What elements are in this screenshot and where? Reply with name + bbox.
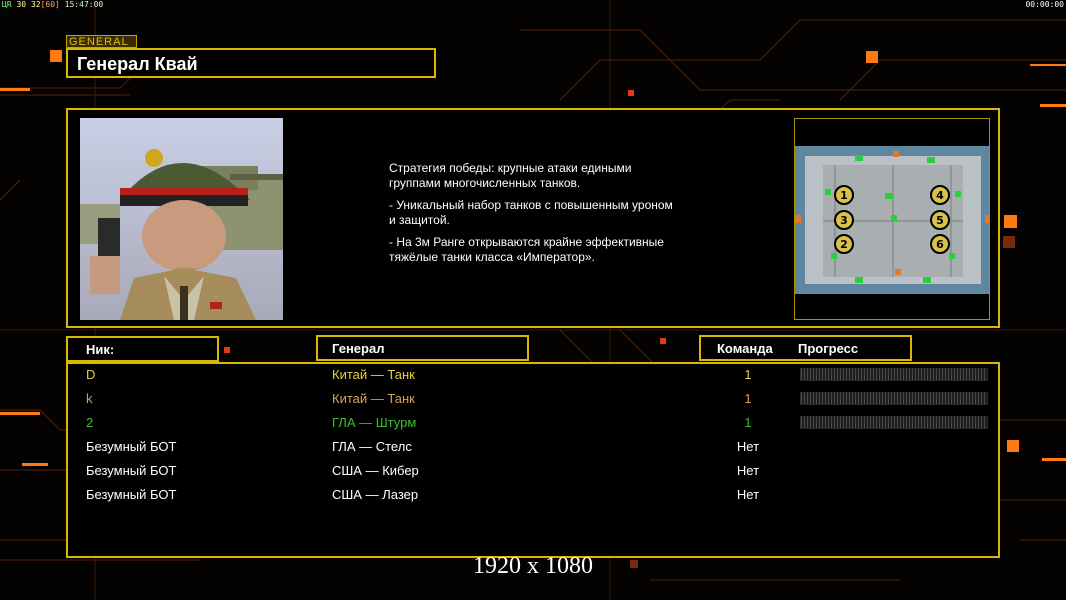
player-progress-bar [800, 416, 988, 429]
player-team: Нет [736, 487, 760, 502]
player-row[interactable]: Безумный БОТ ГЛА — Стелс Нет [68, 436, 998, 458]
player-nick: D [86, 367, 96, 382]
fps-label: ЦR [2, 0, 12, 9]
player-progress-bar [800, 368, 988, 381]
header-progress-label: Прогресс [798, 341, 859, 356]
player-team: Нет [736, 439, 760, 454]
decor-square [866, 51, 878, 63]
header-general-label: Генерал [332, 341, 385, 356]
player-row[interactable]: Безумный БОТ США — Кибер Нет [68, 460, 998, 482]
player-row[interactable]: Безумный БОТ США — Лазер Нет [68, 484, 998, 506]
player-nick: Безумный БОТ [86, 487, 177, 502]
fps-value-a: 30 [16, 0, 27, 9]
map-slot-1: 1 [840, 189, 848, 202]
decor-square [224, 347, 230, 353]
player-nick: Безумный БОТ [86, 463, 177, 478]
header-team-progress: Команда Прогресс [699, 335, 912, 361]
decor-square [50, 50, 62, 62]
fps-limit: [60] [40, 0, 60, 9]
decor-square [1003, 236, 1015, 248]
resolution-label: 1920 x 1080 [473, 553, 593, 579]
decor-square [628, 90, 634, 96]
description-line: - На 3м Ранге открываются крайне эффекти… [389, 235, 664, 264]
header-nick: Ник: [66, 336, 219, 362]
fps-counter: ЦR 30 32[60] 15:47:00 [2, 0, 103, 9]
player-team: 1 [744, 367, 752, 382]
description-line: - Уникальный набор танков с повышенным у… [389, 198, 673, 227]
player-general: Китай — Танк [332, 367, 415, 382]
clock: 15:47:00 [64, 0, 104, 9]
fps-value-b: 32 [30, 0, 41, 9]
general-title-box: Генерал Квай [66, 48, 436, 78]
player-nick: 2 [86, 415, 94, 430]
player-general: США — Кибер [332, 463, 419, 478]
player-team: 1 [744, 391, 752, 406]
game-timer: 00:00:00 [1025, 0, 1064, 9]
general-portrait [80, 118, 283, 320]
map-slot-2: 2 [840, 238, 848, 251]
map-preview[interactable]: 1 3 2 4 5 6 [794, 118, 990, 320]
general-tag: GENERAL [66, 35, 137, 48]
player-team: Нет [736, 463, 760, 478]
player-general: США — Лазер [332, 487, 419, 502]
player-nick: Безумный БОТ [86, 439, 177, 454]
player-nick: k [86, 391, 93, 406]
map-slot-4: 4 [936, 189, 944, 202]
decor-square [1007, 440, 1019, 452]
header-nick-label: Ник: [86, 342, 115, 357]
decor-square [1004, 215, 1017, 228]
general-description: Стратегия победы: крупные атаки едиными … [389, 161, 709, 272]
player-general: ГЛА — Штурм [332, 415, 417, 430]
decor-square [660, 338, 666, 344]
header-general: Генерал [316, 335, 529, 361]
player-general: ГЛА — Стелс [332, 439, 412, 454]
map-slot-3: 3 [840, 214, 848, 227]
player-general: Китай — Танк [332, 391, 415, 406]
map-slot-5: 5 [936, 214, 944, 227]
player-row[interactable]: D Китай — Танк 1 [68, 364, 998, 386]
map-slot-6: 6 [936, 238, 944, 251]
player-row[interactable]: 2 ГЛА — Штурм 1 [68, 412, 998, 434]
general-name: Генерал Квай [77, 54, 198, 74]
player-row[interactable]: k Китай — Танк 1 [68, 388, 998, 410]
description-line: Стратегия победы: крупные атаки едиными … [389, 161, 632, 190]
header-team-label: Команда [717, 341, 773, 356]
player-team: 1 [744, 415, 752, 430]
player-progress-bar [800, 392, 988, 405]
players-table: D Китай — Танк 1 k Китай — Танк 1 2 ГЛА … [66, 362, 1000, 558]
